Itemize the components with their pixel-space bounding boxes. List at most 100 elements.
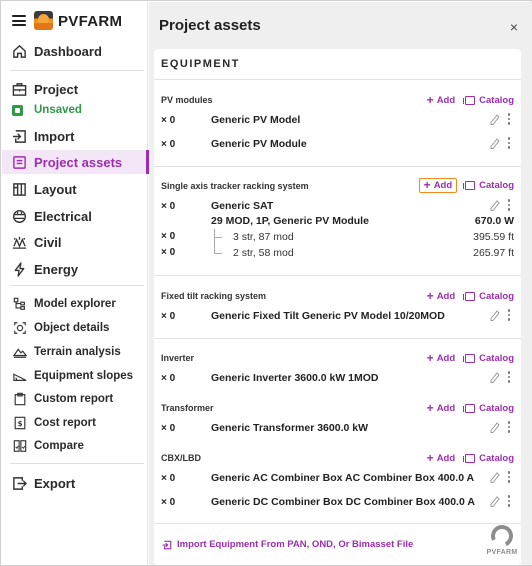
sidebar-item-export[interactable]: Export	[2, 471, 148, 495]
list-item[interactable]: × 0 Generic AC Combiner Box AC Combiner …	[161, 470, 514, 486]
cbx-catalog-button[interactable]: Catalog	[463, 453, 514, 464]
sidebar-item-label: Export	[34, 475, 76, 491]
lightning-icon	[11, 261, 28, 278]
target-icon	[11, 320, 28, 337]
section-title-inverter: Inverter	[161, 353, 195, 363]
import-equipment-link[interactable]: Import Equipment From PAN, OND, Or Bimas…	[162, 539, 413, 550]
import-icon	[11, 128, 28, 145]
pencil-icon[interactable]	[490, 137, 500, 155]
sidebar-item-model-explorer[interactable]: Model explorer	[2, 292, 148, 316]
export-icon	[11, 475, 28, 492]
sidebar-item-project-assets[interactable]: Project assets	[2, 150, 149, 174]
sidebar-item-project[interactable]: Project	[2, 77, 148, 101]
sidebar-item-dashboard[interactable]: Dashboard	[2, 39, 148, 63]
sidebar-item-label: Equipment slopes	[34, 370, 134, 382]
list-item[interactable]: × 0 Generic PV Module	[161, 136, 514, 152]
slope-icon	[11, 368, 28, 385]
more-icon[interactable]	[506, 137, 512, 150]
divider	[154, 79, 521, 80]
unsaved-status: Unsaved	[12, 104, 82, 116]
sidebar-item-electrical[interactable]: Electrical	[2, 204, 148, 228]
sidebar-item-terrain-analysis[interactable]: Terrain analysis	[2, 340, 148, 364]
sidebar-item-label: Project	[34, 81, 79, 97]
transformer-catalog-button[interactable]: Catalog	[463, 403, 514, 414]
sidebar-item-label: Layout	[34, 181, 77, 197]
inverter-actions: + Add Catalog	[417, 351, 514, 365]
transformer-add-button[interactable]: + Add	[427, 402, 455, 414]
close-icon[interactable]: ×	[510, 19, 518, 35]
more-icon[interactable]	[506, 199, 512, 212]
fixed-add-button[interactable]: + Add	[427, 290, 455, 302]
app-window: PVFARM Dashboard Project Unsaved Import	[0, 0, 532, 566]
more-icon[interactable]	[506, 421, 512, 434]
inverter-catalog-button[interactable]: Catalog	[463, 353, 514, 364]
menu-icon[interactable]	[12, 15, 26, 26]
sidebar-item-label: Compare	[34, 440, 84, 452]
sidebar-item-label: Electrical	[34, 208, 92, 224]
tracker-sub-item: × 0 2 str, 58 mod 265.97 ft	[161, 247, 514, 259]
section-title-pv-modules: PV modules	[161, 95, 213, 105]
sidebar-item-equipment-slopes[interactable]: Equipment slopes	[2, 364, 148, 388]
sidebar-item-label: Import	[34, 128, 75, 144]
sidebar-item-label: Dashboard	[34, 43, 102, 59]
sidebar-item-compare[interactable]: Compare	[2, 434, 148, 458]
list-item[interactable]: × 0 Generic Fixed Tilt Generic PV Model …	[161, 308, 514, 324]
pv-add-button[interactable]: + Add	[427, 94, 455, 106]
fixed-catalog-button[interactable]: Catalog	[463, 291, 514, 302]
pvfarm-logo-icon	[487, 521, 517, 551]
pencil-icon[interactable]	[490, 471, 500, 489]
divider	[154, 275, 521, 276]
more-icon[interactable]	[506, 495, 512, 508]
sidebar-item-cost-report[interactable]: $ Cost report	[2, 411, 148, 435]
unsaved-label: Unsaved	[34, 104, 82, 116]
pencil-icon[interactable]	[490, 495, 500, 513]
list-item[interactable]: × 0 Generic PV Model	[161, 112, 514, 128]
section-title-transformer: Transformer	[161, 403, 214, 413]
sidebar-item-label: Object details	[34, 322, 110, 334]
catalog-icon	[463, 453, 476, 463]
cbx-actions: + Add Catalog	[417, 451, 514, 465]
list-item[interactable]: × 0 Generic Inverter 3600.0 kW 1MOD	[161, 370, 514, 386]
sidebar-item-layout[interactable]: Layout	[2, 177, 148, 201]
sidebar-item-civil[interactable]: Civil	[2, 230, 148, 254]
sidebar: PVFARM Dashboard Project Unsaved Import	[2, 2, 149, 565]
pencil-icon[interactable]	[490, 113, 500, 131]
catalog-icon	[463, 180, 476, 190]
panel-title: Project assets	[159, 17, 261, 34]
more-icon[interactable]	[506, 371, 512, 384]
catalog-icon	[463, 353, 476, 363]
sidebar-item-energy[interactable]: Energy	[2, 257, 148, 281]
list-item[interactable]: × 0 Generic Transformer 3600.0 kW	[161, 420, 514, 436]
cbx-add-button[interactable]: + Add	[427, 452, 455, 464]
sidebar-item-object-details[interactable]: Object details	[2, 316, 148, 340]
catalog-icon	[463, 95, 476, 105]
sidebar-item-custom-report[interactable]: Custom report	[2, 387, 148, 411]
tracker-add-button[interactable]: + Add	[418, 177, 458, 193]
pencil-icon[interactable]	[490, 421, 500, 439]
pencil-icon[interactable]	[490, 309, 500, 327]
tracker-catalog-button[interactable]: Catalog	[463, 180, 514, 191]
pv-actions: + Add Catalog	[417, 93, 514, 107]
divider	[10, 70, 144, 71]
svg-text:$: $	[17, 420, 22, 428]
sidebar-item-import[interactable]: Import	[2, 124, 148, 148]
terrain-icon	[11, 344, 28, 361]
sidebar-item-label: Civil	[34, 234, 62, 250]
more-icon[interactable]	[506, 113, 512, 126]
list-item[interactable]: × 0 Generic SAT	[161, 198, 514, 214]
tree-icon	[11, 296, 28, 313]
divider	[154, 523, 521, 524]
sidebar-item-label: Cost report	[34, 417, 96, 429]
list-item[interactable]: × 0 Generic DC Combiner Box DC Combiner …	[161, 494, 514, 510]
pv-catalog-button[interactable]: Catalog	[463, 95, 514, 106]
pencil-icon[interactable]	[490, 371, 500, 389]
more-icon[interactable]	[506, 309, 512, 322]
sidebar-item-label: Project assets	[34, 154, 123, 170]
catalog-icon	[463, 291, 476, 301]
tracker-actions: + Add Catalog	[409, 177, 514, 193]
fixed-actions: + Add Catalog	[417, 289, 514, 303]
section-title-cbx: CBX/LBD	[161, 453, 201, 463]
sidebar-item-label: Custom report	[34, 393, 114, 405]
inverter-add-button[interactable]: + Add	[427, 352, 455, 364]
more-icon[interactable]	[506, 471, 512, 484]
